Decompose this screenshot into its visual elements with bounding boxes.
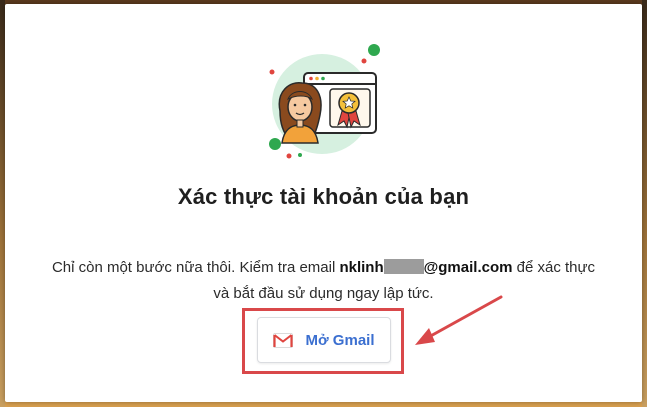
email-address: nklinh @gmail.com <box>339 259 512 276</box>
redacted-email-segment <box>383 259 424 274</box>
annotation-arrow <box>415 295 503 345</box>
open-gmail-button[interactable]: Mở Gmail <box>257 317 391 363</box>
open-gmail-label: Mở Gmail <box>305 331 375 349</box>
verification-message: Chỉ còn một bước nữa thôi. Kiểm tra emai… <box>45 255 602 307</box>
gmail-icon <box>273 332 294 348</box>
message-text-start: Chỉ còn một bước nữa thôi. Kiểm tra emai… <box>51 259 340 276</box>
background-right-edge <box>642 0 647 407</box>
email-suffix: @gmail.com <box>423 259 513 276</box>
dialog-title: Xác thực tài khoản của bạn <box>177 184 470 209</box>
email-prefix: nklinh <box>339 259 384 276</box>
verified-user-illustration <box>269 44 380 159</box>
verify-account-dialog: Xác thực tài khoản của bạn Chỉ còn một b… <box>5 4 642 402</box>
